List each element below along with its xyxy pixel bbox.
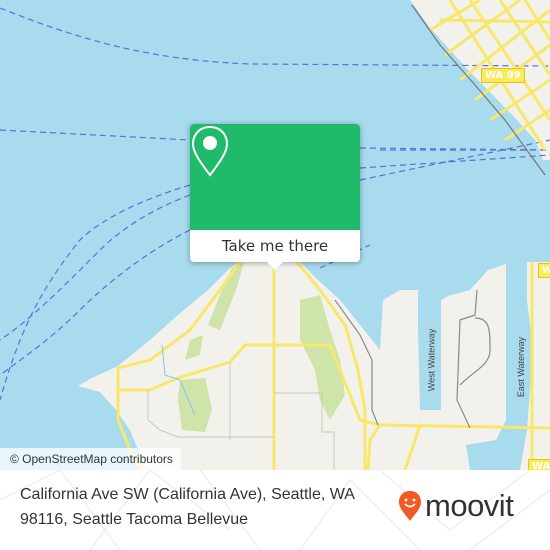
address-line-1: California Ave SW (California Ave), Seat… <box>20 486 355 503</box>
footer: California Ave SW (California Ave), Seat… <box>0 470 550 550</box>
popup-tail <box>267 262 283 270</box>
location-popup: Take me there <box>190 124 360 270</box>
route-shield-wa: WA <box>538 263 550 278</box>
map-pin-icon <box>191 125 229 177</box>
moovit-brand-text: moovit <box>425 488 514 523</box>
address-text: California Ave SW (California Ave), Seat… <box>20 482 370 532</box>
route-shield-wa-bottom: WA <box>528 459 550 470</box>
label-east-waterway: East Waterway <box>516 336 527 398</box>
label-west-waterway: West Waterway <box>426 328 437 392</box>
map-attribution[interactable]: © OpenStreetMap contributors <box>0 448 181 470</box>
popup-header <box>190 124 360 230</box>
take-me-there-button[interactable]: Take me there <box>190 230 360 262</box>
address-line-2: 98116, Seattle Tacoma Bellevue <box>20 511 249 528</box>
route-shield-wa99: WA 99 <box>481 68 525 83</box>
moovit-face-pin-icon <box>399 491 421 521</box>
map-view[interactable]: WA 99 WA WA West Waterway East Waterway … <box>0 0 550 470</box>
moovit-logo: moovit <box>398 488 514 524</box>
